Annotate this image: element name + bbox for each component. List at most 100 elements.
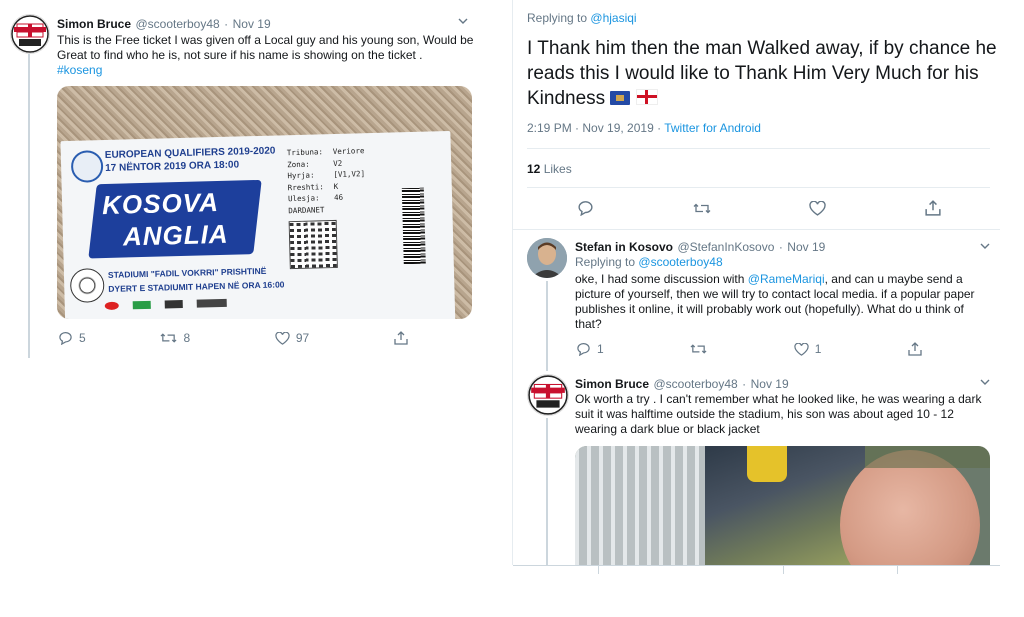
like-count: 97: [295, 331, 310, 345]
main-tweet-actions: [577, 200, 941, 216]
tweet-actions: 5 8 97: [58, 331, 408, 345]
replying-to: Replying to @scooterboy48: [575, 255, 723, 269]
chevron-down-icon[interactable]: [980, 243, 990, 249]
tweet-text: oke, I had some discussion with: [575, 272, 748, 286]
ticket-headline: EUROPEAN QUALIFIERS 2019-2020: [104, 145, 276, 161]
divider: [527, 187, 990, 188]
tweet-date[interactable]: Nov 19: [751, 377, 789, 391]
retweet-icon: [160, 333, 177, 343]
divider: [513, 229, 1000, 230]
right-column-border: [512, 0, 513, 565]
ticket-gates: DYERT E STADIUMIT HAPEN NË ORA 16:00: [108, 279, 285, 294]
replying-prefix: Replying to: [527, 11, 588, 25]
ticket-stadium: STADIUMI "FADIL VOKRRI" PRISHTINË: [107, 265, 267, 280]
tweet-header: Simon Bruce @scooterboy48 · Nov 19: [575, 375, 789, 393]
author-handle[interactable]: @scooterboy48: [653, 377, 737, 391]
tweet-meta-line: 2:19 PM · Nov 19, 2019 · Twitter for And…: [527, 121, 761, 135]
like-button[interactable]: 97: [275, 331, 309, 345]
person-avatar-icon: [527, 238, 567, 278]
reply-button[interactable]: [577, 200, 594, 216]
author-handle[interactable]: @StefanInKosovo: [677, 240, 774, 254]
ticket-fields: Tribuna: Veriore Zona: V2 Hyrja: [V1,V2] Rr…: [287, 145, 366, 216]
separator: ·: [224, 17, 229, 31]
retweet-count: 8: [183, 331, 191, 345]
barcode: [401, 187, 426, 265]
tweet-actions: 1 1: [576, 342, 922, 356]
retweet-button[interactable]: [690, 343, 707, 355]
yellow-shirt: [747, 446, 787, 482]
chevron-down-icon[interactable]: [980, 379, 990, 385]
avatar[interactable]: [10, 14, 50, 54]
tweet-date[interactable]: Nov 19: [787, 240, 825, 254]
reply-button[interactable]: 5: [58, 331, 86, 345]
likes-label: Likes: [543, 162, 572, 176]
tweet-text: Ok worth a try . I can't remember what h…: [575, 392, 982, 436]
tweet-text-block: This is the Free ticket I was given off …: [57, 33, 477, 78]
share-button[interactable]: [908, 342, 922, 356]
retweet-icon: [690, 344, 707, 354]
tweet-header: Simon Bruce @scooterboy48 · Nov 19: [57, 15, 271, 33]
ticket-field: Tribuna: Veriore: [286, 146, 365, 158]
replying-to-link[interactable]: @scooterboy48: [638, 255, 722, 269]
separator: ·: [742, 377, 747, 391]
likes-count: 12: [527, 162, 541, 176]
tweet-date[interactable]: Nov 19: [233, 17, 271, 31]
avatar[interactable]: [527, 238, 567, 278]
replying-to-link[interactable]: @hjasiqi: [590, 11, 636, 25]
tweet-text: This is the Free ticket I was given off …: [57, 33, 474, 62]
tweet-timestamp[interactable]: 2:19 PM · Nov 19, 2019: [527, 121, 654, 135]
tick-marks: [513, 566, 1000, 574]
england-flag-icon: [635, 89, 658, 105]
share-icon: [394, 331, 408, 345]
like-button[interactable]: 1: [794, 342, 821, 356]
share-button[interactable]: [925, 200, 941, 216]
thread-line: [546, 418, 548, 565]
stadium-railing: [575, 446, 725, 565]
author-name[interactable]: Stefan in Kosovo: [575, 240, 673, 254]
tweet-text-block: oke, I had some discussion with @RameMar…: [575, 272, 993, 332]
tweet-photo[interactable]: EUROPEAN QUALIFIERS 2019-2020 17 NËNTOR …: [57, 86, 472, 319]
retweet-button[interactable]: 8: [160, 331, 190, 345]
tweet-text-block: Ok worth a try . I can't remember what h…: [575, 392, 995, 437]
ball-icon: [69, 268, 105, 303]
ticket-sector: DARDANET: [288, 204, 325, 215]
football-icon: [70, 150, 104, 183]
mention-link[interactable]: @RameMariqi: [748, 272, 825, 286]
likes-summary[interactable]: 12 Likes: [527, 162, 572, 176]
qr-code: [288, 219, 338, 270]
heart-icon: [809, 200, 826, 216]
selfie-background: [865, 446, 990, 468]
chevron-down-icon[interactable]: [458, 18, 468, 24]
heart-icon: [275, 331, 290, 345]
separator: ·: [657, 121, 662, 135]
author-name[interactable]: Simon Bruce: [57, 17, 131, 31]
club-logo-icon: [528, 375, 568, 415]
separator: ·: [778, 240, 783, 254]
retweet-button[interactable]: [693, 202, 711, 215]
ticket: EUROPEAN QUALIFIERS 2019-2020 17 NËNTOR …: [60, 130, 456, 319]
reply-count: 5: [79, 331, 86, 345]
heart-icon: [794, 342, 809, 356]
thread-line: [546, 281, 548, 371]
thread-line: [28, 54, 30, 358]
tweet-photo[interactable]: [575, 446, 990, 565]
main-tweet-text: I Thank him then the man Walked away, if…: [527, 38, 997, 109]
share-icon: [925, 200, 941, 216]
sponsor-strip: [104, 298, 265, 312]
author-name[interactable]: Simon Bruce: [575, 377, 649, 391]
ticket-date-line: 17 NËNTOR 2019 ORA 18:00: [105, 159, 240, 174]
avatar[interactable]: [527, 374, 569, 416]
main-tweet-text-block: I Thank him then the man Walked away, if…: [527, 36, 997, 111]
like-button[interactable]: [809, 200, 826, 216]
club-logo-icon: [11, 15, 49, 53]
reply-count: 1: [597, 342, 604, 356]
ticket-team-home: KOSOVA: [101, 187, 220, 221]
ticket-team-away: ANGLIA: [122, 218, 229, 252]
tweet-source-link[interactable]: Twitter for Android: [664, 121, 761, 135]
author-handle[interactable]: @scooterboy48: [135, 17, 219, 31]
tweet-header: Stefan in Kosovo @StefanInKosovo · Nov 1…: [575, 238, 825, 256]
reply-button[interactable]: 1: [576, 342, 604, 356]
reply-icon: [59, 332, 72, 345]
share-button[interactable]: [394, 331, 408, 345]
hashtag-link[interactable]: #koseng: [57, 63, 102, 77]
